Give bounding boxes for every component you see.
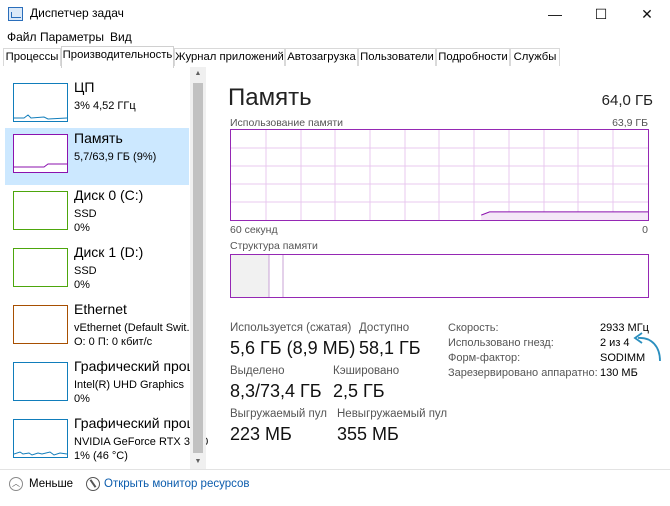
spec-reserved-value: 130 МБ xyxy=(600,367,638,379)
paged-pool-label: Выгружаемый пул xyxy=(230,408,327,420)
tab-performance[interactable]: Производительность xyxy=(61,46,174,68)
sidebar-item-memory[interactable]: Память 5,7/63,9 ГБ (9%) xyxy=(5,128,189,185)
minimize-button[interactable]: — xyxy=(532,0,578,28)
nonpaged-pool-value: 355 МБ xyxy=(337,424,399,444)
memory-usage-area xyxy=(481,211,648,220)
annotation-arrow-icon xyxy=(633,332,661,362)
sidebar-item-label: Диск 0 (C:) xyxy=(74,187,144,203)
memory-details-panel: Память 64,0 ГБ Использование памяти 63,9… xyxy=(206,67,670,469)
scroll-down-icon[interactable]: ▼ xyxy=(190,455,206,469)
committed-label: Выделено xyxy=(230,365,285,377)
available-label: Доступно xyxy=(359,322,410,334)
menu-view[interactable]: Вид xyxy=(110,30,132,44)
memory-usage-chart xyxy=(231,130,648,220)
sidebar-item-label: Ethernet xyxy=(74,301,127,317)
nonpaged-pool-label: Невыгружаемый пул xyxy=(337,408,448,420)
memory-thumbnail-graph xyxy=(13,134,68,173)
tab-details[interactable]: Подробности xyxy=(436,48,510,66)
memory-usage-label: Использование памяти xyxy=(230,117,344,129)
menu-bar: Файл Параметры Вид xyxy=(0,28,670,47)
sidebar-item-usage: 0% xyxy=(74,279,90,291)
total-memory: 64,0 ГБ xyxy=(601,92,653,109)
spec-form-factor-label: Форм-фактор: xyxy=(448,352,521,364)
disk1-thumbnail-graph xyxy=(13,248,68,287)
spec-speed-label: Скорость: xyxy=(448,322,499,334)
in-use-label: Используется (сжатая) xyxy=(230,322,352,334)
cached-value: 2,5 ГБ xyxy=(333,381,385,401)
memory-composition-chart xyxy=(231,255,284,297)
sidebar-item-disk-0[interactable]: Диск 0 (C:) SSD 0% xyxy=(5,185,189,242)
sidebar-scrollbar[interactable]: ▲ ▼ xyxy=(190,67,206,469)
tab-strip: Процессы Производительность Журнал прило… xyxy=(0,46,670,68)
paged-pool-value: 223 МБ xyxy=(230,424,292,444)
cached-label: Кэшировано xyxy=(333,365,400,377)
open-resource-monitor-link[interactable]: Открыть монитор ресурсов xyxy=(104,478,250,490)
sidebar-item-cpu[interactable]: ЦП 3% 4,52 ГГц xyxy=(5,77,189,134)
menu-options[interactable]: Параметры xyxy=(40,30,104,44)
resource-list: ЦП 3% 4,52 ГГц Память 5,7/63,9 ГБ (9%) Д… xyxy=(0,67,208,470)
fewer-details-button[interactable]: Меньше xyxy=(29,478,73,490)
scrollbar-thumb[interactable] xyxy=(193,83,203,453)
memory-usage-graph xyxy=(230,129,649,221)
scroll-up-icon[interactable]: ▲ xyxy=(190,67,206,81)
sidebar-item-ethernet[interactable]: Ethernet vEthernet (Default Swit... О: 0… xyxy=(5,299,196,356)
sidebar-item-label: Графический проц xyxy=(74,415,195,431)
sidebar-item-label: Память xyxy=(74,130,123,146)
ethernet-thumbnail-graph xyxy=(13,305,68,344)
menu-file[interactable]: Файл xyxy=(7,30,37,44)
page-title: Память xyxy=(228,84,312,111)
sidebar-item-usage: 0% xyxy=(74,222,90,234)
gpu0-thumbnail-graph xyxy=(13,362,68,401)
maximize-button[interactable]: ☐ xyxy=(578,0,624,28)
sidebar-item-gpu-0[interactable]: Графический проц Intel(R) UHD Graphics 0… xyxy=(5,356,195,413)
close-button[interactable]: ✕ xyxy=(624,0,670,28)
graph-time-left: 60 секунд xyxy=(230,224,278,236)
disk0-thumbnail-graph xyxy=(13,191,68,230)
window-title: Диспетчер задач xyxy=(30,6,124,20)
in-use-value: 5,6 ГБ (8,9 МБ) xyxy=(230,338,356,358)
memory-composition-bar xyxy=(230,254,649,298)
committed-value: 8,3/73,4 ГБ xyxy=(230,381,322,401)
sidebar-item-detail: SSD xyxy=(74,265,97,277)
sidebar-item-label: Графический проц xyxy=(74,358,195,374)
sidebar-item-detail: SSD xyxy=(74,208,97,220)
spec-reserved-label: Зарезервировано аппаратно: xyxy=(448,367,598,379)
footer-bar: ︿ Меньше Открыть монитор ресурсов xyxy=(0,469,670,506)
graph-time-right: 0 xyxy=(642,224,648,236)
sidebar-item-detail: Intel(R) UHD Graphics xyxy=(74,379,185,391)
sidebar-item-label: Диск 1 (D:) xyxy=(74,244,144,260)
performance-content: ЦП 3% 4,52 ГГц Память 5,7/63,9 ГБ (9%) Д… xyxy=(0,67,670,469)
tab-processes[interactable]: Процессы xyxy=(3,48,61,66)
tab-services[interactable]: Службы xyxy=(510,48,560,66)
sidebar-item-disk-1[interactable]: Диск 1 (D:) SSD 0% xyxy=(5,242,189,299)
available-value: 58,1 ГБ xyxy=(359,338,421,358)
chevron-up-icon[interactable]: ︿ xyxy=(9,477,23,491)
sidebar-item-usage: 0% xyxy=(74,393,90,405)
sidebar-item-gpu-1[interactable]: Графический проц NVIDIA GeForce RTX 3060… xyxy=(5,413,208,470)
sidebar-item-detail: NVIDIA GeForce RTX 3060 xyxy=(74,436,209,448)
title-bar: Диспетчер задач — ☐ ✕ xyxy=(0,0,670,28)
sidebar-item-detail: vEthernet (Default Swit... xyxy=(74,322,196,334)
sidebar-item-label: ЦП xyxy=(74,79,95,95)
tab-startup[interactable]: Автозагрузка xyxy=(285,48,358,66)
memory-sparkline xyxy=(14,163,67,168)
cpu-thumbnail-graph xyxy=(13,83,68,122)
graph-grid xyxy=(231,130,648,220)
resource-monitor-icon[interactable] xyxy=(86,477,100,491)
gpu1-sparkline xyxy=(13,451,68,456)
sidebar-item-usage: 1% (46 °C) xyxy=(74,450,128,462)
memory-composition-label: Структура памяти xyxy=(230,240,318,252)
sidebar-item-detail: 5,7/63,9 ГБ (9%) xyxy=(74,151,157,163)
sidebar-item-detail: 3% 4,52 ГГц xyxy=(74,100,136,112)
task-manager-icon xyxy=(8,7,23,21)
spec-slots-label: Использовано гнезд: xyxy=(448,337,554,349)
cpu-sparkline xyxy=(14,114,68,120)
composition-in-use-segment xyxy=(231,255,269,297)
tab-users[interactable]: Пользователи xyxy=(358,48,436,66)
gpu1-thumbnail-graph xyxy=(13,419,68,458)
sidebar-item-usage: О: 0 П: 0 кбит/с xyxy=(74,336,153,348)
memory-usage-max: 63,9 ГБ xyxy=(612,117,648,129)
tab-app-history[interactable]: Журнал приложений xyxy=(174,48,285,66)
